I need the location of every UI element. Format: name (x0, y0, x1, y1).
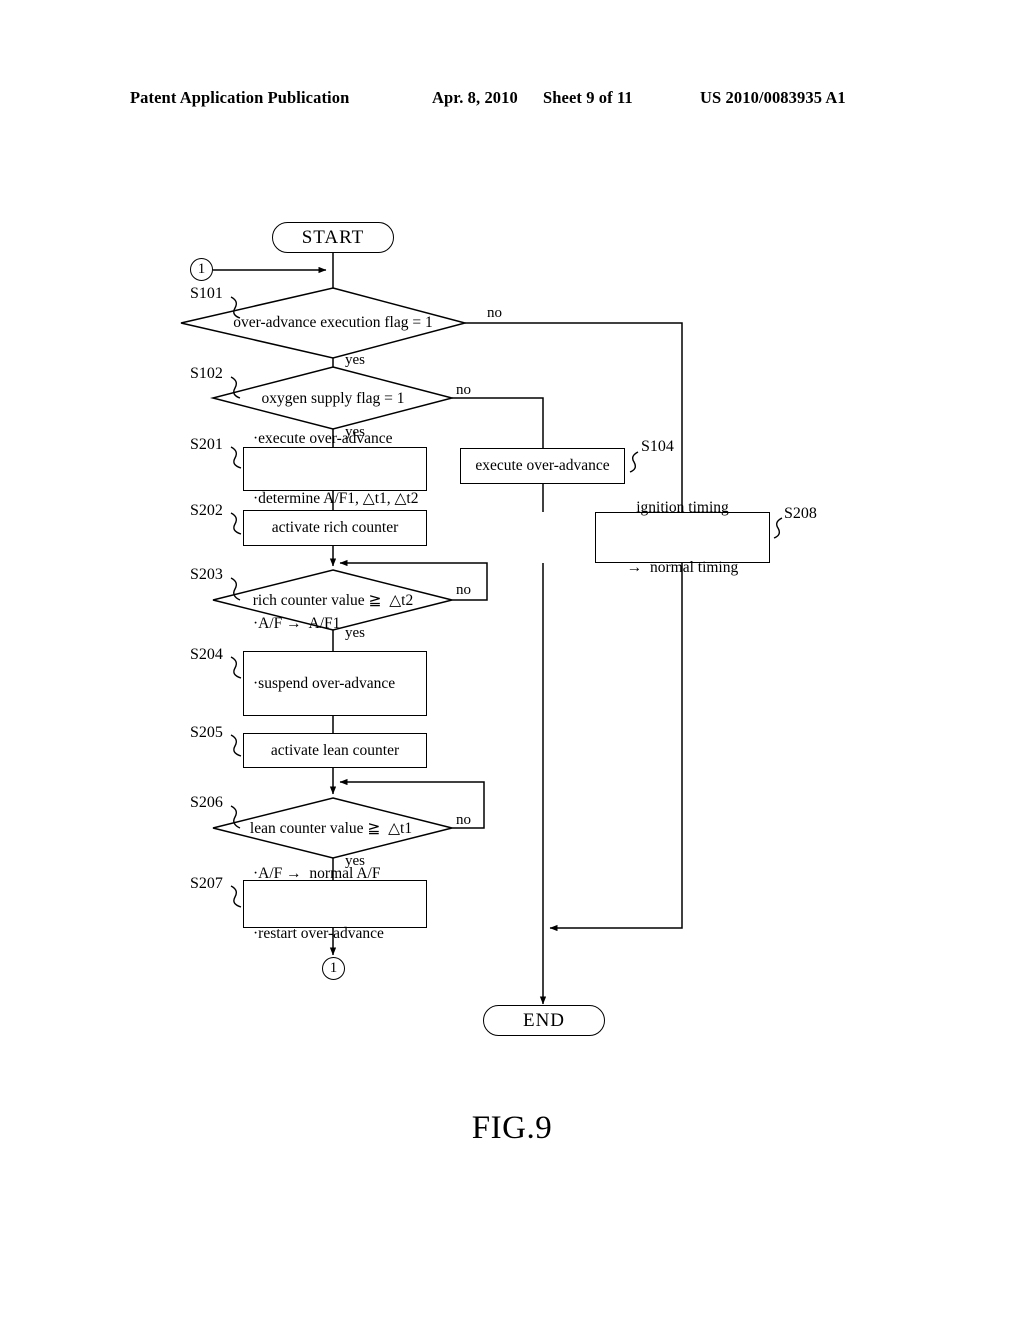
process-box-s204: ·A/F → A/F1 ·suspend over-advance tempor… (243, 615, 427, 752)
edge-label-s101-yes: yes (345, 352, 365, 368)
process-s208-line2: → normal timing (626, 558, 739, 576)
decision-label-s101: over-advance execution flag = 1 (233, 314, 433, 331)
process-s208-line1: ignition timing (636, 498, 729, 516)
patent-figure-page: Patent Application Publication Apr. 8, 2… (0, 0, 1024, 1320)
step-id-s104: S104 (641, 438, 674, 455)
header-sheet-number: Sheet 9 of 11 (543, 88, 633, 107)
header-publication: Patent Application Publication (130, 88, 350, 107)
process-s201-line1: ·execute over-advance (253, 430, 393, 447)
edge-label-s206-yes: yes (345, 853, 365, 869)
connector-in-1: 1 (190, 258, 213, 281)
step-id-s102: S102 (190, 365, 223, 382)
step-id-s206: S206 (190, 794, 223, 811)
process-box-s202: activate rich counter (243, 510, 427, 546)
step-id-s201: S201 (190, 436, 223, 453)
process-s204-line2: ·suspend over-advance (253, 674, 396, 692)
step-id-s203: S203 (190, 566, 223, 583)
process-box-s207: ·A/F → normal A/F ·restart over-advance (243, 865, 427, 942)
process-s204-line1: ·A/F → A/F1 (253, 614, 341, 632)
process-s104-line1: execute over-advance (475, 457, 610, 474)
step-id-s205: S205 (190, 724, 223, 741)
process-box-s205: activate lean counter (243, 733, 427, 768)
process-s207-line2: ·restart over-advance (253, 925, 384, 942)
process-s201-line2: ·determine A/F1, △t1, △t2 (253, 490, 419, 507)
terminal-end-label: END (522, 1009, 566, 1031)
process-s205-line1: activate lean counter (270, 741, 400, 759)
edge-label-s206-no: no (456, 812, 471, 828)
process-box-s201: ·execute over-advance ·determine A/F1, △… (243, 430, 427, 507)
process-box-s208: ignition timing → normal timing (595, 499, 770, 576)
page-header: Patent Application Publication Apr. 8, 2… (130, 88, 890, 112)
edge-label-s102-no: no (456, 382, 471, 398)
process-box-s104: execute over-advance (460, 448, 625, 484)
figure-caption: FIG.9 (471, 1110, 553, 1146)
edge-label-s101-no: no (487, 305, 502, 321)
step-id-s207: S207 (190, 875, 223, 892)
header-date: Apr. 8, 2010 (432, 88, 518, 107)
process-s202-line1: activate rich counter (271, 519, 399, 536)
step-id-s101: S101 (190, 285, 223, 302)
terminal-start: START (272, 222, 394, 253)
terminal-end: END (483, 1005, 605, 1036)
edge-label-s203-no: no (456, 582, 471, 598)
header-patent-number: US 2010/0083935 A1 (700, 88, 846, 107)
edge-label-s203-yes: yes (345, 625, 365, 641)
step-id-s202: S202 (190, 502, 223, 519)
edge-label-s102-yes: yes (345, 424, 365, 440)
connector-in-1-label: 1 (197, 261, 206, 277)
step-id-s208: S208 (784, 505, 817, 522)
terminal-start-label: START (301, 226, 365, 248)
step-id-s204: S204 (190, 646, 223, 663)
